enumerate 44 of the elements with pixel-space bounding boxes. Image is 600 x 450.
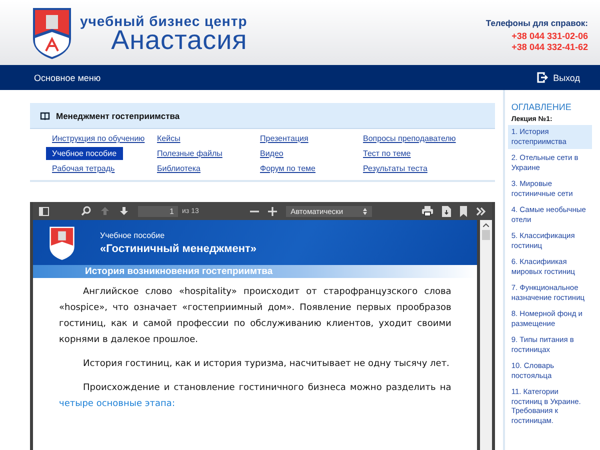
document-title: «Гостиничный менеджмент»	[100, 242, 256, 254]
scrollbar[interactable]	[480, 220, 492, 450]
course-link[interactable]: Полезные файлы	[151, 147, 228, 160]
paragraph: Происхождение и становление гостиничного бизнеса можно разделить на четыре основные этапа:	[59, 382, 452, 411]
phones-label: Телефоны для справок:	[486, 18, 588, 28]
main-menu-link[interactable]: Основное меню	[34, 72, 101, 82]
course-link[interactable]: Видео	[254, 147, 290, 160]
scroll-up-icon[interactable]	[483, 223, 490, 227]
logo-brand-name: Анастасия	[111, 28, 248, 52]
course-link[interactable]: Тест по теме	[357, 147, 417, 160]
logout-link[interactable]: Выход	[537, 72, 580, 83]
course-link[interactable]: Кейсы	[151, 132, 186, 145]
paragraph: Английское слово «hospitality» происходит от старофранцузского слова «hospice», что означает «гостеприимный дом». Появление первых прообразов гостиниц, как и самой профессии по обслуживанию клиентов, уходит своими корнями в далекое прошлое.	[59, 286, 452, 347]
document-subtitle: Учебное пособие	[100, 230, 166, 240]
scrollbar-thumb[interactable]	[482, 230, 490, 240]
double-chevron-icon[interactable]	[476, 206, 486, 216]
bookmark-icon[interactable]	[460, 206, 468, 216]
course-link[interactable]: Вопросы преподавателю	[357, 132, 462, 145]
text-link[interactable]: четыре основные этапа:	[59, 399, 175, 409]
course-link[interactable]: Учебное пособие	[46, 147, 123, 160]
toc-title: ОГЛАВЛЕНИЕ	[510, 102, 572, 112]
down-arrow-icon[interactable]	[119, 206, 129, 216]
logo-tagline: учебный бизнес центр	[80, 14, 248, 28]
course-link[interactable]: Библиотека	[151, 162, 206, 175]
page-number-field[interactable]: 1	[138, 206, 178, 216]
print-icon[interactable]	[422, 206, 434, 216]
logout-icon	[537, 72, 548, 83]
course-link[interactable]: Рабочая тетрадь	[46, 162, 121, 175]
course-link[interactable]: Результаты теста	[357, 162, 434, 175]
book-icon	[40, 112, 50, 120]
search-icon[interactable]	[81, 206, 91, 216]
phone-number: +38 044 331-02-06	[512, 30, 588, 40]
course-link[interactable]: Инструкция по обучению	[46, 132, 151, 145]
save-icon[interactable]	[442, 206, 452, 216]
coat-of-arms-icon	[49, 226, 75, 260]
zoom-in-icon[interactable]	[268, 206, 277, 216]
course-title: Менеджмент гостеприимства	[56, 110, 180, 120]
coat-of-arms-icon	[32, 6, 72, 58]
dropdown-arrows-icon	[362, 208, 367, 214]
sidebar-toggle-icon[interactable]	[39, 206, 49, 216]
course-link[interactable]: Форум по теме	[254, 162, 322, 175]
course-link[interactable]: Презентация	[254, 132, 314, 145]
phone-number: +38 044 332-41-62	[512, 42, 588, 52]
paragraph: История гостиниц, как и история туризма, насчитывает не одну тысячу лет.	[82, 358, 450, 371]
